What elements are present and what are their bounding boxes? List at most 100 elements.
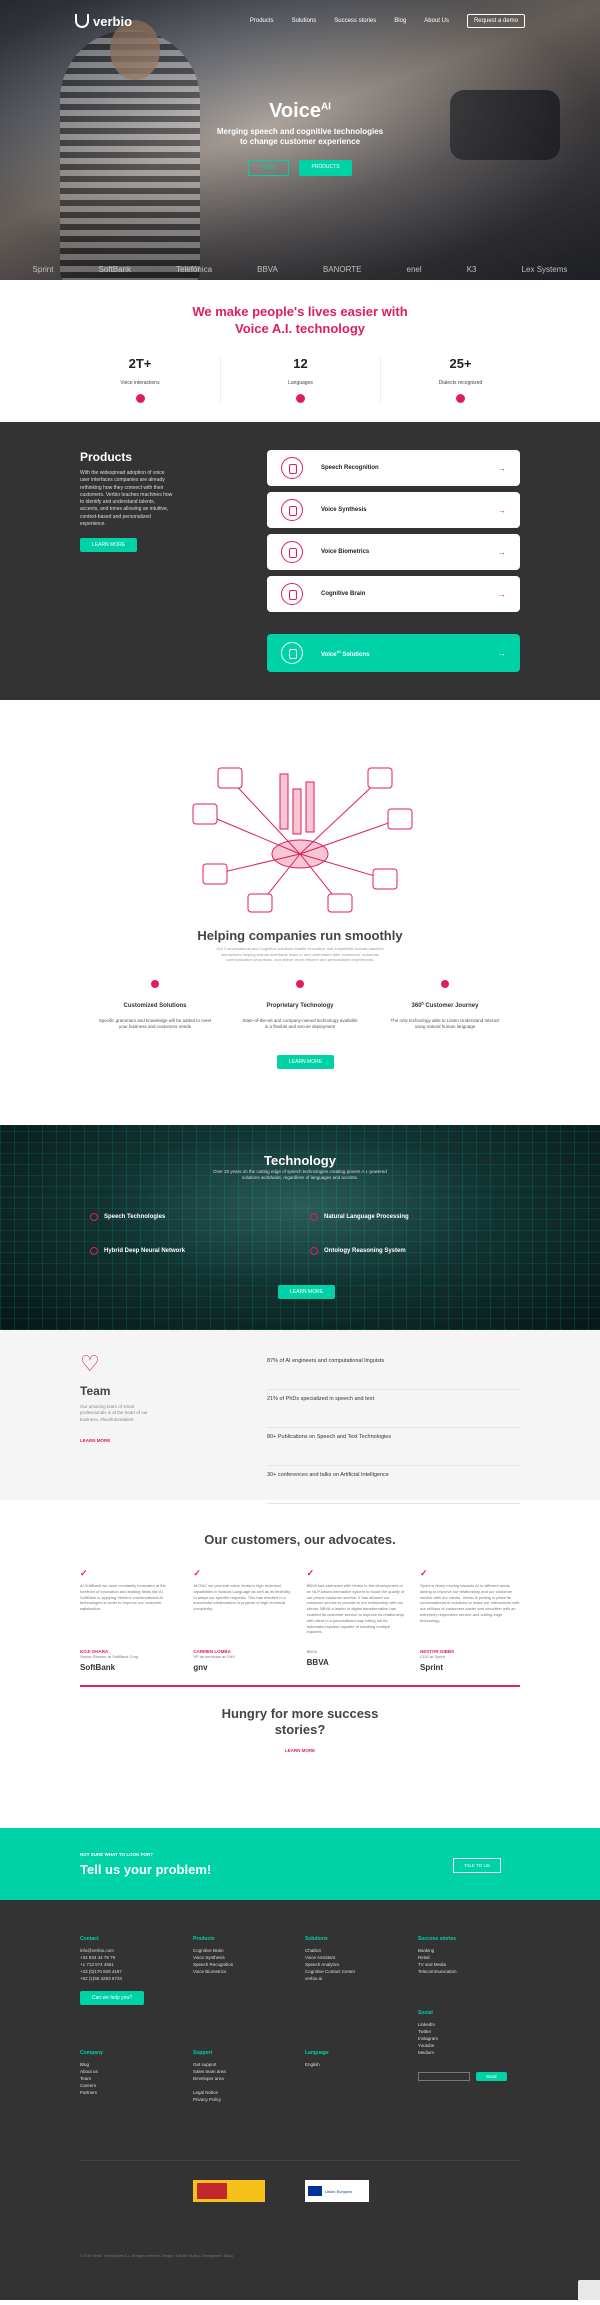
tech-item-nlp[interactable]: Natural Language Processing [310,1213,409,1221]
footer-link[interactable]: Instagram [418,2036,498,2043]
product-card-cognitive-brain[interactable]: Cognitive Brain → [267,576,520,612]
helping-learn-more-button[interactable]: LEARN MORE [277,1055,335,1069]
testimonials-row: ✓ At SoftBank we have constantly innovat… [80,1568,520,1672]
footer-link[interactable]: Cognitive Brain [193,1948,273,1955]
footer-heading: Social [418,2010,433,2016]
footer-link[interactable]: Blog [80,2062,160,2069]
newsletter-email-input[interactable] [418,2072,470,2081]
nav-item-success-stories[interactable]: Success stories [334,18,376,24]
team-learn-more-link[interactable]: LEARN MORE [80,1438,110,1443]
newsletter-send-button[interactable]: Send [476,2072,507,2081]
hero-text: VoiceAI Merging speech and cognitive tec… [0,100,600,176]
team-section: ♡ Team Our amazing team of smart profess… [0,1330,600,1504]
tech-item-ontology[interactable]: Ontology Reasoning System [310,1247,406,1255]
footer-link[interactable]: Voice Assistant [305,1955,385,1962]
solutions-label-text: Voice [321,651,337,658]
footer-link[interactable]: Medium [418,2050,498,2057]
tech-bullet-icon [90,1213,98,1221]
stat-label: Dialects recognized [438,379,483,386]
footer-link[interactable]: info@verbio.com [80,1948,160,1955]
request-demo-button[interactable]: Request a demo [466,14,525,28]
product-card-voice-ai-solutions[interactable]: VoiceAI Solutions → [267,634,520,672]
footer-link[interactable]: +52 (1)55 4293 6733 [80,1976,160,1983]
footer-link[interactable]: verbio.ai [305,1976,385,1983]
talk-to-us-button[interactable]: TALK TO US [453,1858,501,1873]
footer-company: Company Blog About us Team Careers Partn… [80,2050,160,2097]
footer-link[interactable]: Speech Analytics [305,1962,385,1969]
product-card-voice-synthesis[interactable]: Voice Synthesis → [267,492,520,528]
footer-link[interactable]: Youtube [418,2043,498,2050]
footer-link[interactable]: +1 713 574 4561 [80,1962,160,1969]
client-logo: Telefónica [176,265,213,274]
footer-link[interactable]: Voice Synthesis [193,1955,273,1962]
footer-link[interactable]: Voice Biometrics [193,1969,273,1976]
footer-link[interactable]: +33 (0)170 829 4187 [80,1969,160,1976]
tech-item-neural-network[interactable]: Hybrid Deep Neural Network [90,1247,185,1255]
product-card-voice-biometrics[interactable]: Voice Biometrics → [267,534,520,570]
testimonial-role: CDO at Sprint [419,1654,445,1659]
hero-buttons: DEMO PRODUCTS [0,159,600,176]
tech-item-label: Hybrid Deep Neural Network [104,1248,186,1254]
nav-item-blog[interactable]: Blog [394,18,406,24]
testimonial-logo: gnv [193,1663,208,1672]
products-intro: Products With the widespread adoption of… [80,450,175,552]
client-logo: Sprint [32,265,54,274]
nav-item-solutions[interactable]: Solutions [292,18,317,24]
footer-link[interactable]: Cognitive Contact Center [305,1969,385,1976]
pillar-text: The only technology able to Listen Under… [390,1018,500,1030]
check-icon: ✓ [80,1568,88,1578]
footer-link[interactable]: Twitter [418,2029,498,2036]
technology-learn-more-button[interactable]: LEARN MORE [278,1285,336,1299]
technology-subtitle: Over 20 years on the cutting edge of spe… [213,1169,387,1181]
team-facts: 87% of AI engineers and computational li… [267,1352,520,1504]
solutions-label: VoiceAI Solutions [321,649,370,658]
product-card-label: Cognitive Brain [321,591,366,597]
tech-item-speech[interactable]: Speech Technologies [90,1213,165,1221]
hero-subtitle: Merging speech and cognitive technologie… [216,127,384,147]
help-button[interactable]: Can we help you? [80,1990,145,2005]
footer-link[interactable]: +34 934 44 79 79 [80,1955,160,1962]
client-logo: enel [406,265,422,274]
product-card-speech-recognition[interactable]: Speech Recognition → [267,450,520,486]
footer-link[interactable]: TV and Media [418,1962,498,1969]
footer-link[interactable]: Get support [193,2062,273,2069]
arrow-right-icon: → [498,589,506,599]
language-selector[interactable]: English [305,2062,385,2069]
testimonial-logo: BBVA [306,1658,329,1667]
footer-link[interactable]: Team [80,2076,160,2083]
success-stories-learn-more-link[interactable]: LEARN MORE [285,1748,315,1753]
footer-link[interactable]: Privacy Policy [193,2097,273,2104]
sparkle-icon [281,642,303,664]
nav-item-products[interactable]: Products [250,18,274,24]
footer-link[interactable]: LinkedIn [418,2022,498,2029]
products-learn-more-button[interactable]: LEARN MORE [80,538,138,552]
brain-icon [281,583,303,605]
footer-language: Language English [305,2050,385,2069]
footer-link[interactable]: Telecommunication [418,1969,498,1976]
footer-link[interactable]: Developer area [193,2076,273,2083]
footer-link[interactable]: Careers [80,2083,160,2090]
cta-title: Tell us your problem! [80,1862,212,1877]
verbio-logo[interactable]: verbio [75,14,132,29]
products-button[interactable]: PRODUCTS [299,159,352,176]
footer-link[interactable]: Banking [418,1948,498,1955]
heart-icon: ♡ [80,1351,100,1376]
demo-button[interactable]: DEMO [248,159,290,176]
hero-section: verbio Products Solutions Success storie… [0,0,600,280]
eu-text: Unión Europea [325,2188,352,2194]
client-logo: BBVA [257,265,278,274]
team-title: Team [80,1384,111,1398]
hungry-title: Hungry for more success stories? [221,1706,379,1738]
footer-link[interactable]: Legal Notice [193,2090,273,2097]
footer-divider [80,2160,520,2161]
footer-link[interactable]: Retail [418,1955,498,1962]
recaptcha-badge[interactable] [578,2280,600,2300]
footer-link[interactable]: Speech Recognition [193,1962,273,1969]
footer-link[interactable]: About us [80,2069,160,2076]
footer-link[interactable]: Sales team area [193,2069,273,2076]
footer-link[interactable]: Partners [80,2090,160,2097]
testimonial-logo: SoftBank [80,1663,116,1672]
footer-link[interactable]: Chatbot [305,1948,385,1955]
nav-item-about-us[interactable]: About Us [424,18,449,24]
spanish-flag-icon [197,2183,227,2199]
